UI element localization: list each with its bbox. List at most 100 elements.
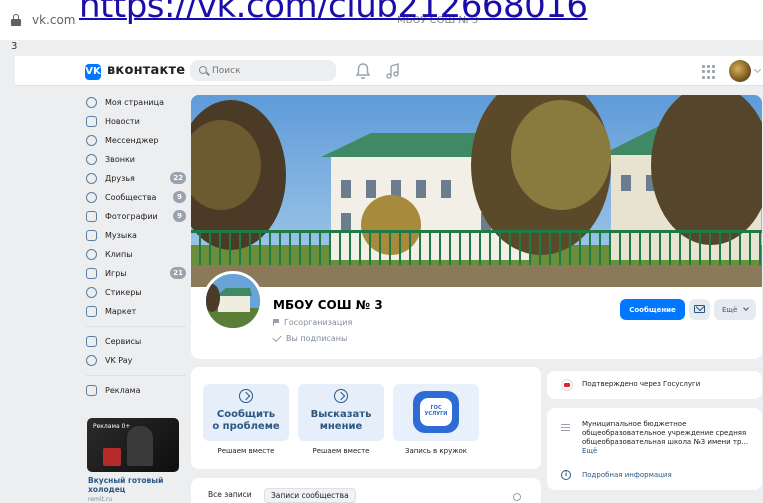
nav-label: Новости xyxy=(105,116,140,126)
widget-caption: Решаем вместе xyxy=(217,447,275,455)
nav-item-clips[interactable]: Клипы xyxy=(86,246,186,262)
communities-icon xyxy=(86,191,97,203)
nav-label: Сервисы xyxy=(105,336,142,346)
clips-icon xyxy=(86,248,97,260)
nav-label: Стикеры xyxy=(105,287,142,297)
nav-badge: 9 xyxy=(173,191,186,203)
vkpay-icon xyxy=(86,354,97,366)
music-note-icon xyxy=(86,229,97,241)
nav-item-messenger[interactable]: Мессенджер xyxy=(86,132,186,148)
nav-item-news[interactable]: Новости xyxy=(86,113,186,129)
nav-item-calls[interactable]: Звонки xyxy=(86,151,186,167)
more-button[interactable]: Ещё xyxy=(714,299,756,320)
community-avatar[interactable] xyxy=(203,271,263,331)
nav-label: VK Pay xyxy=(105,355,133,365)
nav-label: Игры xyxy=(105,268,127,278)
community-name: МБОУ СОШ № 3 xyxy=(273,298,383,312)
info-icon: i xyxy=(561,470,571,480)
megaphone-icon xyxy=(86,384,97,396)
nav-badge: 22 xyxy=(170,172,186,184)
refresh-arrow-icon xyxy=(334,389,348,403)
widget-caption: Решаем вместе xyxy=(312,447,370,455)
widget-title: Сообщить о проблеме xyxy=(212,409,280,432)
nav-item-services[interactable]: Сервисы xyxy=(86,333,186,349)
nav-badge: 21 xyxy=(170,267,186,279)
details-link[interactable]: Подробная информация xyxy=(582,471,672,479)
chevron-down-icon[interactable] xyxy=(753,65,762,74)
subscription-status[interactable]: Вы подписаны xyxy=(272,332,348,343)
nav-item-vkpay[interactable]: VK Pay xyxy=(86,352,186,368)
sticker-icon xyxy=(86,286,97,298)
description-icon xyxy=(561,424,570,431)
widget-give-opinion[interactable]: Высказать мнение xyxy=(298,384,384,441)
url-overlay-link[interactable]: https://vk.com/club212668016 xyxy=(79,0,588,26)
community-type-label: Госорганизация xyxy=(284,318,353,327)
friends-icon xyxy=(86,172,97,184)
community-type: Госорганизация xyxy=(273,318,352,327)
check-icon xyxy=(272,332,282,343)
gosuslugi-logo-icon: ГОС УСЛУГИ xyxy=(413,391,459,433)
nav-label: Маркет xyxy=(105,306,137,316)
ad-image[interactable]: Реклама 0+ xyxy=(87,418,179,472)
nav-item-market[interactable]: Маркет xyxy=(86,303,186,319)
tab-community-posts[interactable]: Записи сообщества xyxy=(264,488,356,503)
ad-title[interactable]: Вкусный готовый холодец xyxy=(88,476,178,494)
nav-label: Клипы xyxy=(105,249,133,259)
nav-item-friends[interactable]: Друзья 22 xyxy=(86,170,186,186)
address-bar-domain[interactable]: vk.com xyxy=(32,13,76,27)
widget-gosuslugi[interactable]: ГОС УСЛУГИ xyxy=(393,384,479,441)
nav-label: Друзья xyxy=(105,173,135,183)
vk-top-bar: VK вконтакте xyxy=(15,56,763,86)
mail-icon xyxy=(694,305,705,313)
nav-item-games[interactable]: Игры 21 xyxy=(86,265,186,281)
ad-domain: remit.ru xyxy=(88,496,113,503)
message-button[interactable]: Сообщение xyxy=(620,299,685,320)
nav-item-communities[interactable]: Сообщества 9 xyxy=(86,189,186,205)
widget-caption: Запись в кружок xyxy=(404,447,468,455)
gamepad-icon xyxy=(86,267,97,279)
nav-item-photos[interactable]: Фотографии 9 xyxy=(86,208,186,224)
services-icon xyxy=(86,335,97,347)
shopping-bag-icon xyxy=(86,305,97,317)
gosuslugi-badge-icon xyxy=(561,379,573,391)
search-input[interactable] xyxy=(212,63,322,78)
apps-grid-icon[interactable] xyxy=(702,65,716,79)
nav-label: Музыка xyxy=(105,230,137,240)
community-description: Муниципальное бюджетное общеобразователь… xyxy=(582,420,756,456)
chat-icon xyxy=(86,134,97,146)
nav-item-ads[interactable]: Реклама xyxy=(86,382,186,398)
nav-label: Мессенджер xyxy=(105,135,159,145)
ad-tag: Реклама 0+ xyxy=(93,423,131,430)
verified-card[interactable]: Подтверждено через Госуслуги xyxy=(547,371,762,399)
widget-report-problem[interactable]: Сообщить о проблеме xyxy=(203,384,289,441)
profile-icon xyxy=(86,96,97,108)
search-box[interactable] xyxy=(190,60,336,81)
description-more-link[interactable]: Ещё xyxy=(582,447,597,455)
info-card: Муниципальное бюджетное общеобразователь… xyxy=(547,408,762,490)
nav-item-stickers[interactable]: Стикеры xyxy=(86,284,186,300)
lock-icon xyxy=(11,14,21,26)
nav-item-my-page[interactable]: Моя страница xyxy=(86,94,186,110)
vk-logo-icon[interactable]: VK xyxy=(85,64,101,80)
nav-label: Реклама xyxy=(105,385,141,395)
bell-icon[interactable] xyxy=(355,62,371,80)
phone-icon xyxy=(86,153,97,165)
nav-item-music[interactable]: Музыка xyxy=(86,227,186,243)
description-text: Муниципальное бюджетное общеобразователь… xyxy=(582,420,749,446)
more-label: Ещё xyxy=(722,305,738,314)
tab-all-posts[interactable]: Все записи xyxy=(208,490,252,499)
news-icon xyxy=(86,115,97,127)
nav-label: Сообщества xyxy=(105,192,157,202)
subscription-label: Вы подписаны xyxy=(286,334,348,343)
user-avatar[interactable] xyxy=(729,60,751,82)
vk-logo-text[interactable]: вконтакте xyxy=(107,63,185,78)
photo-icon xyxy=(86,210,97,222)
nav-badge: 9 xyxy=(173,210,186,222)
nav-divider xyxy=(86,326,186,327)
music-icon[interactable] xyxy=(385,62,401,80)
nav-label: Фотографии xyxy=(105,211,158,221)
search-icon[interactable] xyxy=(513,493,521,501)
nav-label: Моя страница xyxy=(105,97,164,107)
notifications-button[interactable] xyxy=(689,299,710,320)
search-icon xyxy=(199,66,207,74)
